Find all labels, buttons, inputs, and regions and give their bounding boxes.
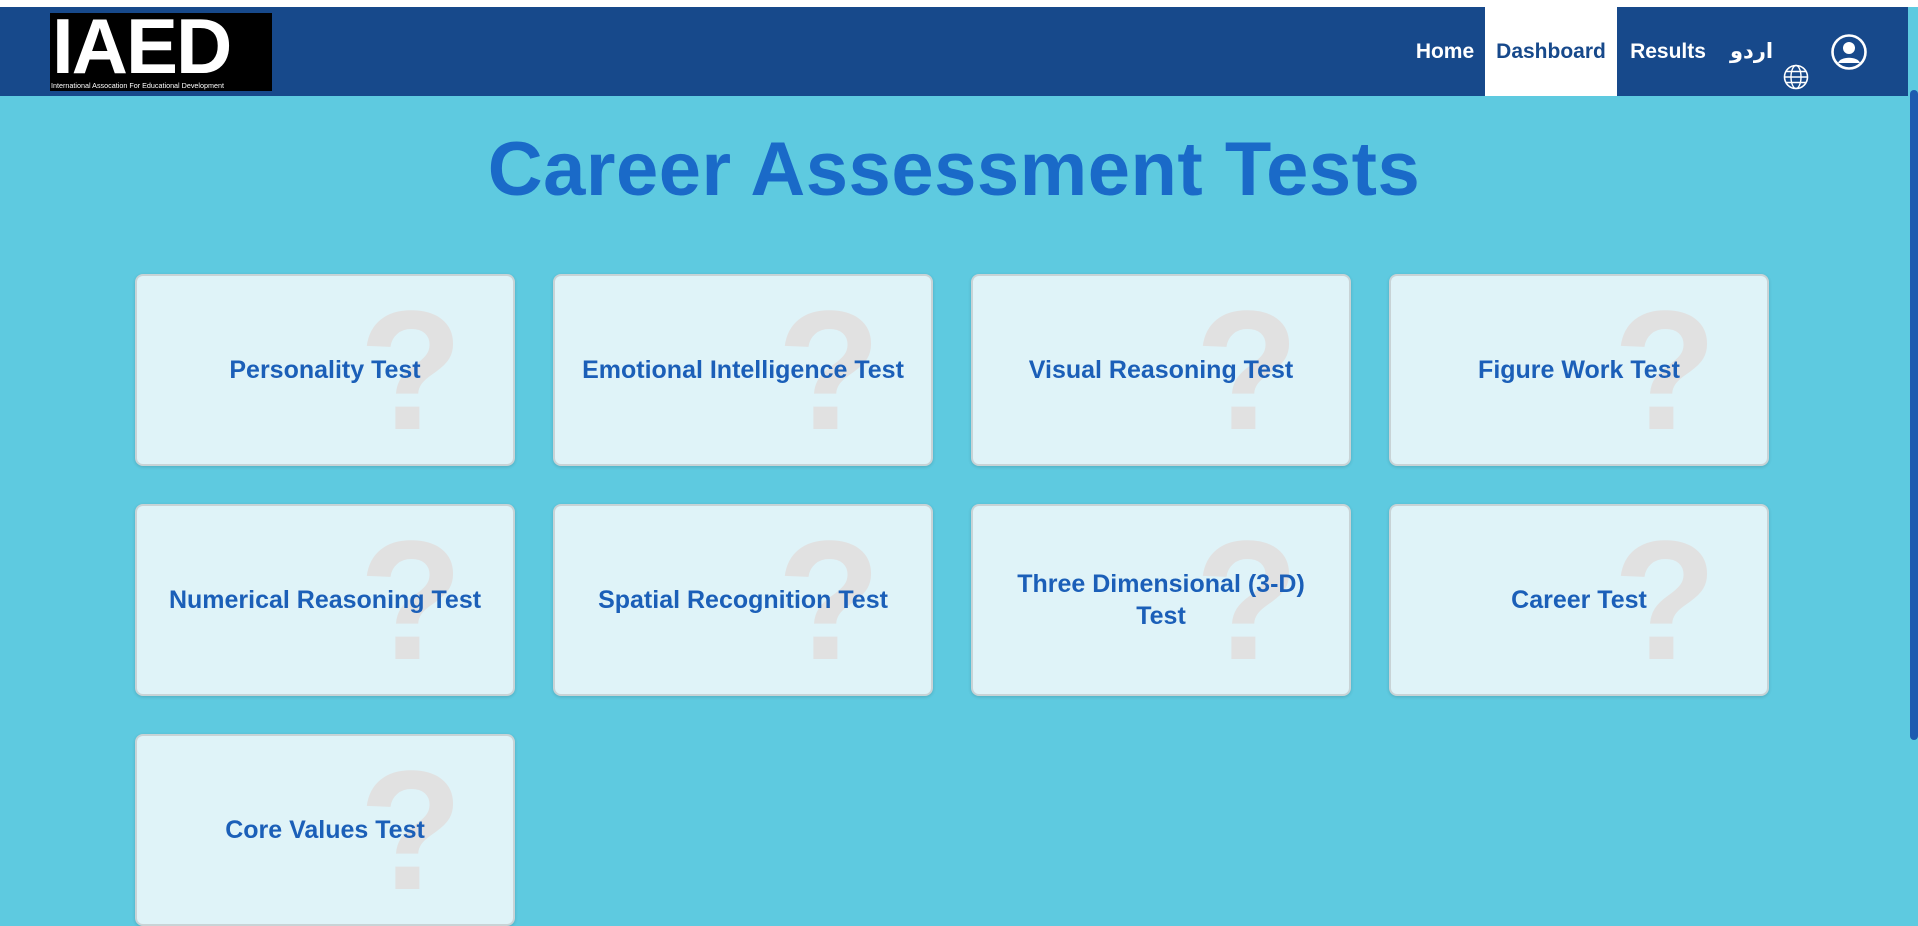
logo-mark: IAED (50, 13, 272, 85)
test-card-label: Personality Test (229, 356, 421, 384)
test-card-numerical-reasoning[interactable]: ? Numerical Reasoning Test (135, 504, 515, 696)
test-card-label: Numerical Reasoning Test (168, 586, 482, 614)
top-strip (0, 0, 1918, 7)
user-circle-icon[interactable] (1831, 34, 1867, 70)
test-card-label: Three Dimensional (3-D) Test (1017, 570, 1305, 630)
test-card-label: Spatial Recognition Test (598, 586, 888, 614)
test-card-visual-reasoning[interactable]: ? Visual Reasoning Test (971, 274, 1351, 466)
test-card-label: Emotional Intelligence Test (582, 356, 904, 384)
nav-home-link[interactable]: Home (1405, 7, 1485, 96)
globe-icon (1783, 39, 1809, 89)
test-card-core-values[interactable]: ? Core Values Test (135, 734, 515, 926)
test-card-three-dimensional[interactable]: ? Three Dimensional (3-D) Test (971, 504, 1351, 696)
nav-results-link[interactable]: Results (1618, 7, 1718, 96)
navbar: IAED International Assocation For Educat… (0, 7, 1908, 96)
logo-subtitle: International Assocation For Educational… (50, 81, 272, 91)
test-card-label: Visual Reasoning Test (1028, 356, 1294, 384)
test-card-label: Figure Work Test (1478, 356, 1680, 384)
language-switcher[interactable]: اردو (1730, 7, 1809, 96)
language-label: اردو (1730, 40, 1774, 63)
iaed-logo[interactable]: IAED International Assocation For Educat… (50, 13, 272, 91)
scrollbar-thumb[interactable] (1910, 90, 1918, 740)
test-card-career[interactable]: ? Career Test (1389, 504, 1769, 696)
logo-text: IAED (52, 13, 232, 90)
nav-dashboard-link[interactable]: Dashboard (1485, 7, 1617, 96)
test-card-figure-work[interactable]: ? Figure Work Test (1389, 274, 1769, 466)
test-card-emotional-intelligence[interactable]: ? Emotional Intelligence Test (553, 274, 933, 466)
test-card-label: Core Values Test (225, 816, 425, 844)
page-title: Career Assessment Tests (487, 127, 1421, 212)
test-card-spatial-recognition[interactable]: ? Spatial Recognition Test (553, 504, 933, 696)
test-card-personality[interactable]: ? Personality Test (135, 274, 515, 466)
test-card-label: Career Test (1511, 586, 1647, 614)
